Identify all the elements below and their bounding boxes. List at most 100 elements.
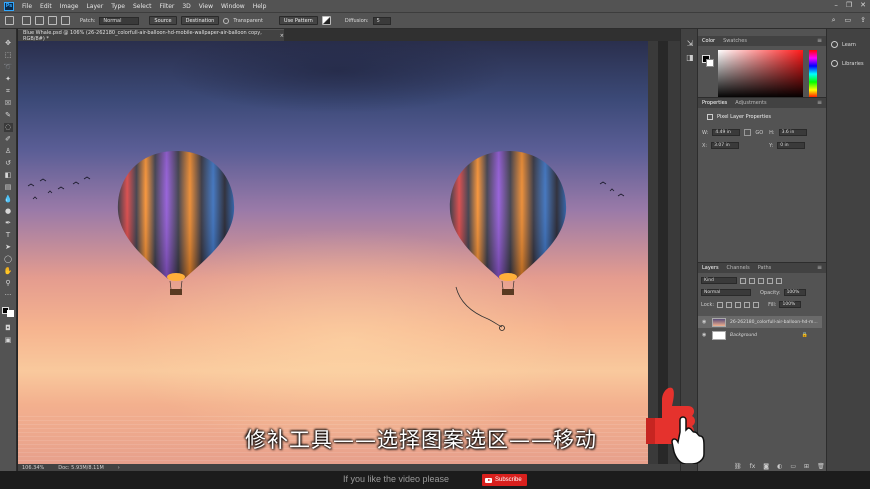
menu-file[interactable]: File	[18, 3, 36, 10]
panel-expand-icon[interactable]: ◨	[685, 53, 695, 63]
pen-tool-icon[interactable]: ✒	[4, 219, 13, 228]
blend-mode-select[interactable]: Normal	[701, 289, 751, 296]
restore-icon[interactable]: ❐	[846, 1, 852, 9]
new-group-icon[interactable]: ▭	[790, 463, 796, 470]
link-icon[interactable]	[744, 129, 752, 136]
tab-layers[interactable]: Layers	[702, 265, 719, 271]
type-filter-icon[interactable]	[758, 277, 764, 284]
tab-adjustments[interactable]: Adjustments	[735, 100, 766, 106]
type-tool-icon[interactable]: T	[4, 231, 13, 240]
width-input[interactable]: 4.49 in	[712, 129, 741, 136]
eyedropper-tool-icon[interactable]: ✎	[4, 111, 13, 120]
stamp-tool-icon[interactable]: ♙	[4, 147, 13, 156]
panel-menu-icon[interactable]: ≡	[817, 99, 822, 106]
close-icon[interactable]: ✕	[860, 1, 866, 9]
patch-tool-icon[interactable]: ◌	[3, 123, 13, 132]
dodge-tool-icon[interactable]: ●	[4, 207, 13, 216]
hue-slider[interactable]	[809, 50, 817, 98]
use-pattern-button[interactable]: Use Pattern	[278, 16, 318, 25]
source-button[interactable]: Source	[149, 16, 177, 25]
visibility-eye-icon[interactable]: ◉	[702, 332, 708, 338]
visibility-eye-icon[interactable]: ◉	[702, 319, 708, 325]
background-color-icon[interactable]	[7, 310, 14, 317]
color-swatches[interactable]	[702, 55, 714, 67]
tab-channels[interactable]: Channels	[727, 265, 750, 271]
screen-mode-icon[interactable]: ▣	[4, 336, 13, 345]
subtract-selection-icon[interactable]	[48, 16, 57, 25]
menu-view[interactable]: View	[195, 3, 217, 10]
menu-layer[interactable]: Layer	[82, 3, 107, 10]
tab-paths[interactable]: Paths	[758, 265, 772, 271]
opacity-input[interactable]: 100%	[783, 289, 806, 296]
x-input[interactable]: 3.07 in	[711, 142, 740, 149]
share-icon[interactable]: ⇪	[860, 16, 866, 25]
lock-all-icon[interactable]	[753, 301, 760, 308]
color-picker-field[interactable]	[718, 50, 803, 98]
hand-tool-icon[interactable]: ✋	[4, 267, 13, 276]
tab-color[interactable]: Color	[702, 38, 715, 44]
blur-tool-icon[interactable]: 💧	[4, 195, 13, 204]
destination-button[interactable]: Destination	[180, 16, 220, 25]
tab-swatches[interactable]: Swatches	[723, 38, 747, 44]
subscribe-button[interactable]: Subscribe	[482, 474, 527, 486]
document-tab[interactable]: Blue Whale.psd @ 106% (26-262180_colorfu…	[18, 29, 284, 42]
marquee-tool-icon[interactable]: ⬚	[4, 51, 13, 60]
search-icon[interactable]: ⌕	[832, 16, 836, 25]
panel-menu-icon[interactable]: ≡	[817, 264, 822, 271]
patch-tool-preset-icon[interactable]	[5, 16, 14, 25]
add-selection-icon[interactable]	[35, 16, 44, 25]
delete-layer-icon[interactable]: 🗑	[817, 463, 825, 470]
frame-tool-icon[interactable]: ☒	[4, 99, 13, 108]
move-tool-icon[interactable]: ✥	[4, 39, 13, 48]
pixel-filter-icon[interactable]	[740, 277, 746, 284]
pattern-swatch-icon[interactable]	[321, 16, 331, 25]
intersect-selection-icon[interactable]	[61, 16, 70, 25]
tab-properties[interactable]: Properties	[702, 100, 727, 106]
add-mask-icon[interactable]: ◙	[763, 463, 769, 470]
eraser-tool-icon[interactable]: ◧	[4, 171, 13, 180]
quick-mask-icon[interactable]: ◘	[4, 324, 13, 333]
path-selection-tool-icon[interactable]: ➤	[4, 243, 13, 252]
new-selection-icon[interactable]	[22, 16, 31, 25]
patch-mode-select[interactable]: Normal	[99, 16, 140, 25]
lasso-tool-icon[interactable]: ➰	[4, 63, 13, 72]
libraries-button[interactable]: Libraries	[831, 60, 864, 67]
workspace-icon[interactable]: ▭	[845, 16, 852, 25]
adjustment-layer-icon[interactable]: ◐	[777, 463, 782, 470]
smart-object-filter-icon[interactable]	[776, 277, 782, 284]
foreground-background-swatches[interactable]	[2, 307, 14, 317]
more-tools-icon[interactable]: ···	[4, 291, 13, 300]
lock-artboard-icon[interactable]	[744, 301, 751, 308]
history-brush-tool-icon[interactable]: ↺	[4, 159, 13, 168]
zoom-tool-icon[interactable]: ⚲	[4, 279, 13, 288]
fx-icon[interactable]: fx	[750, 463, 756, 470]
shape-filter-icon[interactable]	[767, 277, 773, 284]
magic-wand-tool-icon[interactable]: ✦	[4, 75, 13, 84]
minimize-icon[interactable]: –	[834, 1, 838, 9]
lock-image-icon[interactable]	[726, 301, 733, 308]
fill-input[interactable]: 100%	[779, 301, 802, 308]
new-layer-icon[interactable]: ⊞	[804, 463, 809, 470]
menu-help[interactable]: Help	[249, 3, 271, 10]
adjustment-filter-icon[interactable]	[749, 277, 755, 284]
height-input[interactable]: 3.6 in	[778, 129, 807, 136]
background-swatch[interactable]	[706, 59, 714, 67]
layer-row[interactable]: ◉ Background 🔒	[698, 329, 822, 341]
transparent-checkbox[interactable]	[223, 17, 230, 24]
menu-select[interactable]: Select	[129, 3, 156, 10]
lock-transparent-icon[interactable]	[717, 301, 724, 308]
menu-image[interactable]: Image	[56, 3, 83, 10]
layer-row[interactable]: ◉ 26-262180_colorfull-air-balloon-hd-m..…	[698, 316, 822, 328]
diffusion-input[interactable]: 5	[372, 16, 391, 25]
gradient-tool-icon[interactable]: ▤	[4, 183, 13, 192]
link-layers-icon[interactable]: ⛓	[734, 463, 742, 470]
menu-type[interactable]: Type	[107, 3, 129, 10]
kind-filter-select[interactable]: Kind	[701, 277, 737, 284]
panel-menu-icon[interactable]: ≡	[817, 37, 822, 44]
crop-tool-icon[interactable]: ⌗	[4, 87, 13, 96]
learn-button[interactable]: Learn	[831, 41, 856, 48]
menu-filter[interactable]: Filter	[156, 3, 179, 10]
brush-tool-icon[interactable]: ✐	[4, 135, 13, 144]
history-icon[interactable]: ⇲	[685, 39, 695, 49]
image-canvas[interactable]	[18, 41, 648, 464]
